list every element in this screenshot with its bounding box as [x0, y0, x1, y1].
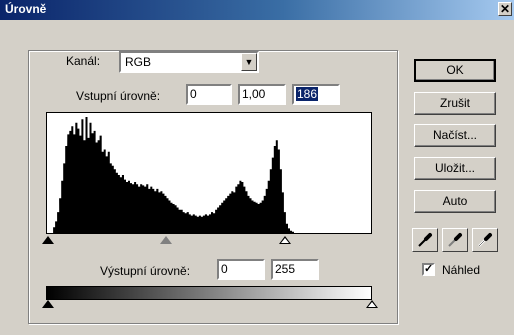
histogram [46, 112, 372, 234]
black-eyedropper-button[interactable] [412, 228, 438, 252]
histogram-shape [47, 117, 371, 233]
levels-dialog: Úrovně ✕ Kanál: RGB ▼ Vstupní úrovně: 0 … [0, 0, 514, 335]
channel-value: RGB [125, 55, 152, 69]
chevron-down-icon[interactable]: ▼ [241, 53, 257, 71]
output-black-slider[interactable] [42, 300, 54, 308]
output-levels-label: Výstupní úrovně: [100, 264, 191, 278]
histogram-graph [47, 117, 371, 233]
white-eyedropper-button[interactable] [472, 228, 498, 252]
close-icon: ✕ [499, 2, 511, 16]
input-levels-label: Vstupní úrovně: [76, 89, 161, 103]
channel-label: Kanál: [66, 54, 101, 68]
input-gamma-field[interactable]: 1,00 [238, 84, 286, 105]
cancel-button[interactable]: Zrušit [414, 92, 496, 115]
preview-checkbox[interactable]: ✓ [422, 263, 435, 276]
output-white-slider[interactable] [366, 300, 378, 308]
gray-eyedropper-icon [448, 233, 462, 247]
title-bar[interactable]: Úrovně ✕ [0, 0, 514, 20]
input-white-field[interactable]: 186 [292, 84, 340, 105]
channel-select[interactable]: RGB ▼ [119, 51, 259, 73]
window-title: Úrovně [5, 2, 47, 16]
ok-button[interactable]: OK [414, 59, 496, 82]
preview-label[interactable]: Náhled [442, 263, 480, 277]
black-eyedropper-icon [418, 233, 432, 247]
input-gamma-slider[interactable] [160, 236, 172, 244]
input-black-field[interactable]: 0 [186, 84, 232, 105]
input-white-slider[interactable] [279, 236, 291, 244]
output-white-field[interactable]: 255 [271, 259, 319, 280]
close-button[interactable]: ✕ [498, 2, 512, 16]
load-button[interactable]: Načíst... [414, 124, 496, 147]
white-eyedropper-icon [478, 233, 492, 247]
save-button[interactable]: Uložit... [414, 157, 496, 180]
output-gradient-bar [46, 286, 372, 300]
output-black-field[interactable]: 0 [217, 259, 265, 280]
gray-eyedropper-button[interactable] [442, 228, 468, 252]
input-white-value: 186 [296, 87, 319, 101]
auto-button[interactable]: Auto [414, 190, 496, 213]
input-black-slider[interactable] [42, 236, 54, 244]
